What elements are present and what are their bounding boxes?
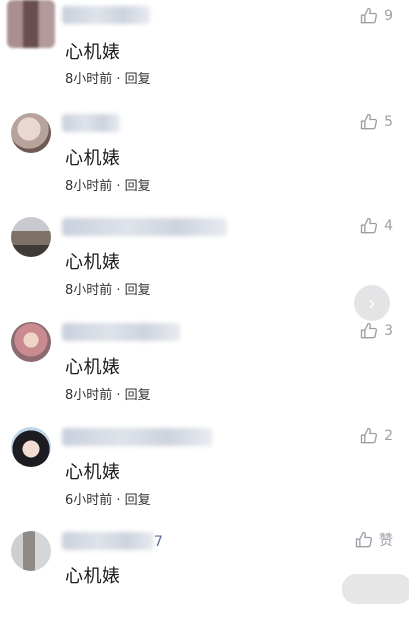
like-button[interactable]: 9 <box>359 6 393 26</box>
like-button[interactable]: 3 <box>359 321 393 341</box>
avatar[interactable] <box>11 217 51 257</box>
thumbs-up-icon <box>360 7 378 24</box>
like-count: 2 <box>384 428 393 444</box>
username-blurred[interactable] <box>62 323 180 341</box>
comment-meta[interactable]: 8小时前 · 回复 <box>65 384 151 403</box>
comment-text: 心机婊 <box>65 462 121 483</box>
comment-item: 心机婊 8小时前 · 回复 9 <box>0 0 409 104</box>
thumbs-up-icon <box>360 217 378 234</box>
comment-text: 心机婊 <box>65 566 121 587</box>
avatar[interactable] <box>11 113 51 153</box>
username-blurred[interactable] <box>62 532 154 550</box>
avatar[interactable] <box>11 531 51 571</box>
comment-item: 心机婊 6小时前 · 回复 2 <box>0 420 409 524</box>
comment-item: 心机婊 8小时前 · 回复 3 <box>0 315 409 419</box>
like-button[interactable]: 2 <box>359 426 393 446</box>
username-blurred[interactable] <box>62 114 120 132</box>
thumbs-up-icon <box>355 531 373 548</box>
comment-item: 心机婊 8小时前 · 回复 5 <box>0 106 409 210</box>
like-label: 赞 <box>379 533 393 549</box>
comment-meta[interactable]: 8小时前 · 回复 <box>65 175 151 194</box>
like-button[interactable]: 赞 <box>354 530 393 550</box>
comment-text: 心机婊 <box>65 42 121 63</box>
thumbs-up-icon <box>360 427 378 444</box>
comment-text: 心机婊 <box>65 357 121 378</box>
comment-meta[interactable]: 6小时前 · 回复 <box>65 489 151 508</box>
avatar[interactable] <box>7 0 55 48</box>
username-blurred[interactable] <box>62 218 227 236</box>
username-blurred[interactable] <box>62 6 150 24</box>
comment-meta[interactable]: 8小时前 · 回复 <box>65 68 151 87</box>
like-count: 5 <box>384 114 393 130</box>
avatar[interactable] <box>11 322 51 362</box>
like-count: 4 <box>384 218 393 234</box>
username-tail[interactable]: 7 <box>154 534 163 550</box>
comment-text: 心机婊 <box>65 148 121 169</box>
thumbs-up-icon <box>360 322 378 339</box>
like-button[interactable]: 5 <box>359 112 393 132</box>
next-button[interactable]: › <box>354 285 390 321</box>
like-count: 9 <box>384 8 393 24</box>
username-blurred[interactable] <box>62 428 212 446</box>
like-button[interactable]: 4 <box>359 216 393 236</box>
chevron-right-icon: › <box>368 291 376 315</box>
like-count: 3 <box>384 323 393 339</box>
reply-input-corner[interactable] <box>342 574 409 604</box>
avatar[interactable] <box>11 427 51 467</box>
comment-item: 心机婊 8小时前 · 回复 4 <box>0 210 409 314</box>
thumbs-up-icon <box>360 113 378 130</box>
comment-meta[interactable]: 8小时前 · 回复 <box>65 279 151 298</box>
comment-text: 心机婊 <box>65 252 121 273</box>
